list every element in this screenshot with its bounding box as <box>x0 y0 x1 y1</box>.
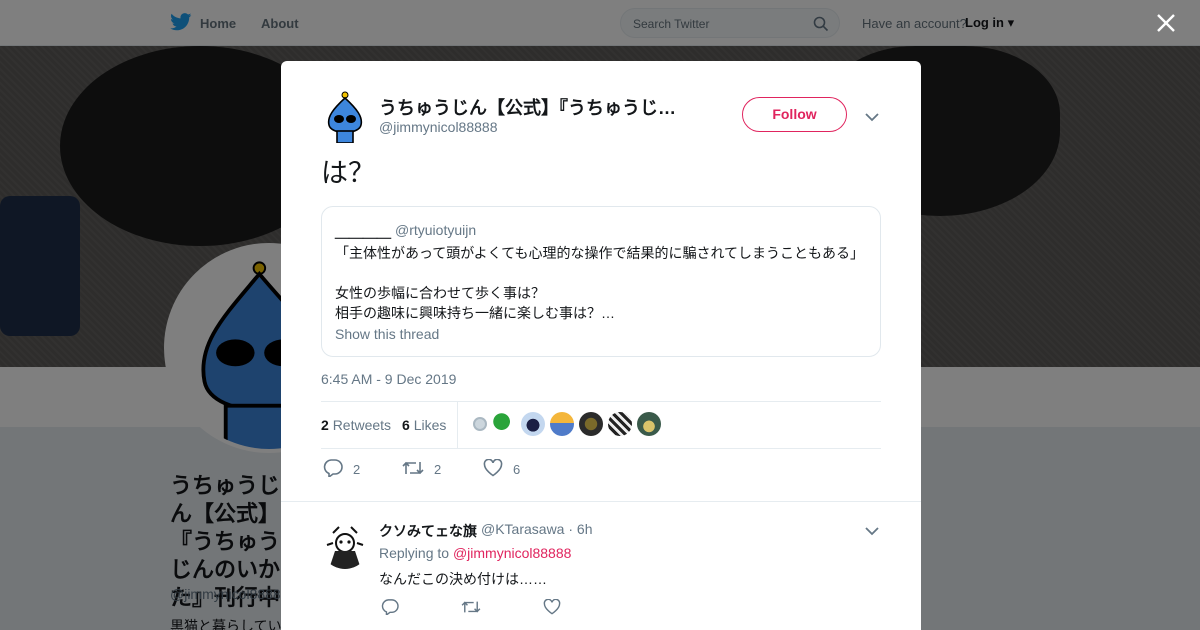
liker-avatar[interactable] <box>492 412 516 436</box>
reply-icon <box>323 459 343 480</box>
replying-to: Replying to @jimmynicol88888 <box>379 545 571 561</box>
retweet-icon <box>402 459 424 480</box>
tweet-text: は？ <box>321 158 375 188</box>
replying-prefix: Replying to <box>379 545 450 561</box>
liker-avatar[interactable] <box>637 412 661 436</box>
quoted-author-name: ＿＿＿＿ <box>335 224 391 240</box>
retweets-stat[interactable]: 2 Retweets <box>321 417 391 433</box>
stats-divider <box>457 402 458 448</box>
reply-action[interactable]: 2 <box>323 459 360 480</box>
author-handle[interactable]: @jimmynicol88888 <box>379 119 497 135</box>
quoted-tweet[interactable]: ＿＿＿＿ @rtyuiotyuijn 「主体性があって頭がよくても心理的な操作で… <box>321 206 881 357</box>
reply-text: なんだこの決め付けは…… <box>379 571 547 587</box>
reply-actions <box>381 598 561 620</box>
likers-avatars <box>473 412 661 436</box>
tweet-stats: 2 Retweets 6 Likes <box>321 401 881 449</box>
chevron-down-icon[interactable] <box>865 109 879 127</box>
author-name[interactable]: うちゅうじん【公式】『うちゅうじ… <box>379 94 689 120</box>
author-avatar[interactable] <box>321 91 369 144</box>
like-count: 6 <box>513 462 521 477</box>
close-icon[interactable] <box>1150 10 1182 38</box>
quoted-text-line: 相手の趣味に興味持ち一緒に楽しむ事は？… <box>335 305 615 321</box>
retweets-count: 2 <box>321 417 329 433</box>
follow-button[interactable]: Follow <box>742 97 847 132</box>
liker-avatar[interactable] <box>550 412 574 436</box>
likes-count: 6 <box>402 417 410 433</box>
quoted-text-line: 「主体性があって頭がよくても心理的な操作で結果的に騙されてしまうこともある」 <box>335 245 865 261</box>
heart-icon <box>483 458 503 480</box>
liker-avatar[interactable] <box>579 412 603 436</box>
reply-author-avatar[interactable] <box>321 521 369 569</box>
reply-count: 2 <box>353 462 361 477</box>
reply-icon[interactable] <box>381 599 399 620</box>
likes-stat[interactable]: 6 Likes <box>402 417 446 433</box>
chevron-down-icon[interactable] <box>865 523 879 541</box>
liker-avatar[interactable] <box>521 412 545 436</box>
liker-avatar[interactable] <box>608 412 632 436</box>
tweet-modal: うちゅうじん【公式】『うちゅうじ… @jimmynicol88888 Follo… <box>281 61 921 630</box>
quoted-text-line: 女性の歩幅に合わせて歩く事は？ <box>335 285 545 301</box>
quoted-author-handle: @rtyuiotyuijn <box>395 222 477 238</box>
reply-author-handle-time[interactable]: @KTarasawa · 6h <box>481 521 592 537</box>
tweet-timestamp[interactable]: 6:45 AM - 9 Dec 2019 <box>321 371 456 387</box>
retweet-action[interactable]: 2 <box>402 459 441 480</box>
divider <box>281 501 921 502</box>
retweet-count: 2 <box>434 462 442 477</box>
retweets-label: Retweets <box>332 417 392 433</box>
retweet-icon[interactable] <box>461 599 481 620</box>
liker-avatar[interactable] <box>473 417 487 431</box>
likes-label: Likes <box>413 417 447 433</box>
like-action[interactable]: 6 <box>483 458 521 480</box>
reply-author-name[interactable]: クソみてェな旗 <box>379 521 477 541</box>
heart-icon[interactable] <box>543 598 561 620</box>
show-thread-link[interactable]: Show this thread <box>335 326 439 342</box>
replying-mention-link[interactable]: @jimmynicol88888 <box>453 545 571 561</box>
